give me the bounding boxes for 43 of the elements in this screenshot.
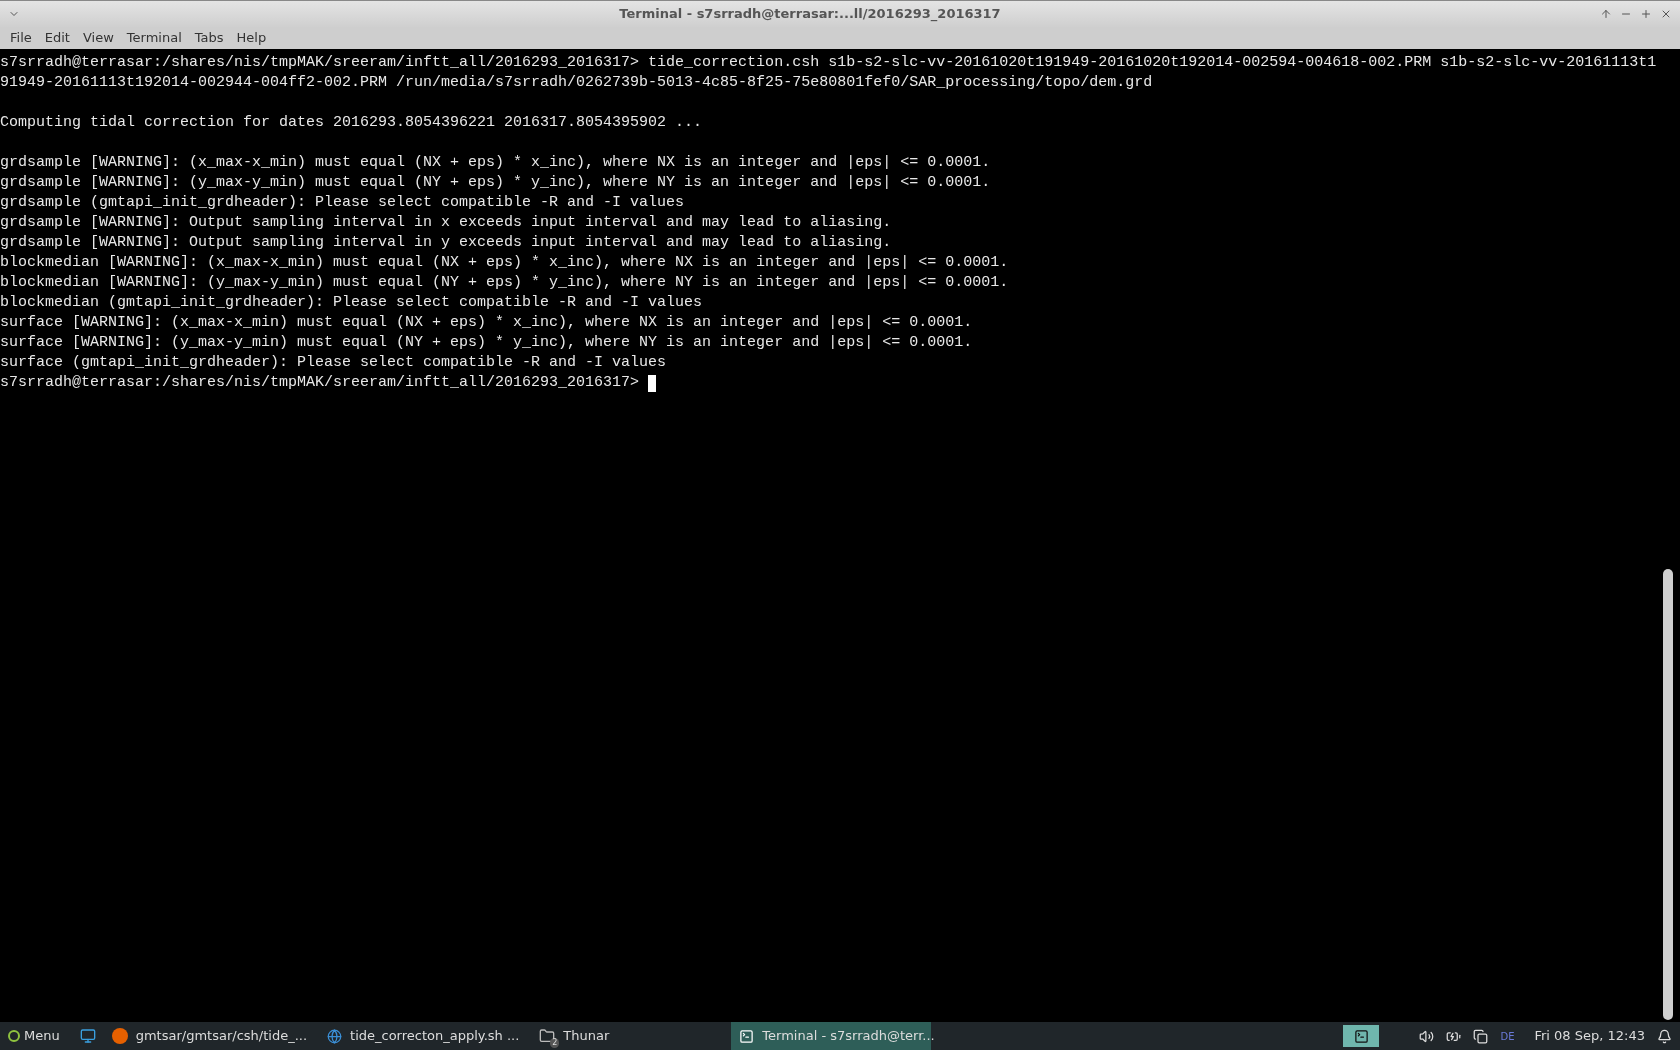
active-terminal-launcher[interactable]: [1343, 1025, 1380, 1047]
menu-item[interactable]: View: [76, 28, 120, 48]
menu-item[interactable]: Edit: [38, 28, 76, 48]
terminal-line: s7srradh@terrasar:/shares/nis/tmpMAK/sreeram/inftt_all/2016293_2016317> tide_correction.csh s1b-s2-slc-vv-20161020t191949-20161020t192014-002594-004618-002.PRM s1b-s2-slc-vv-20161113t1: [0, 53, 1657, 73]
maximize-icon[interactable]: [1640, 8, 1652, 20]
terminal-line: surface (gmtapi_init_grdheader): Please select compatible -R and -I values: [0, 353, 667, 373]
terminal-line: surface [WARNING]: (x_max-x_min) must equal (NX + eps) * x_inc), where NX is an integer and |eps| <= 0.0001.: [0, 313, 973, 333]
taskbar-item[interactable]: gmtsar/gmtsar/csh/tide_...: [103, 1022, 316, 1050]
raise-icon[interactable]: [1600, 8, 1612, 20]
menu-item[interactable]: File: [4, 28, 38, 48]
menu-logo-icon: [8, 1030, 20, 1042]
taskbar-item[interactable]: tide_correcton_apply.sh ...: [319, 1022, 528, 1050]
window-title: Terminal - s7srradh@terrasar:...ll/2016293_2016317: [619, 5, 1001, 24]
desktop-icon[interactable]: [79, 1028, 96, 1044]
close-icon[interactable]: [1660, 8, 1672, 20]
terminal-line: Computing tidal correction for dates 2016293.8054396221 2016317.8054395902 ...: [0, 113, 703, 133]
terminal-line: grdsample [WARNING]: (y_max-y_min) must equal (NY + eps) * y_inc), where NY is an integer and |eps| <= 0.0001.: [0, 173, 991, 193]
folder-icon: [539, 1028, 556, 1044]
terminal-line: surface [WARNING]: (y_max-y_min) must equal (NY + eps) * y_inc), where NY is an integer and |eps| <= 0.0001.: [0, 333, 973, 353]
menu-button[interactable]: Menu: [0, 1022, 68, 1050]
terminal-line: grdsample [WARNING]: Output sampling interval in x exceeds input interval and may lead to aliasing.: [0, 213, 892, 233]
menu-item[interactable]: Help: [230, 28, 273, 48]
volume-icon[interactable]: [1419, 1028, 1435, 1044]
notification-icon[interactable]: [1657, 1028, 1672, 1044]
clock[interactable]: Fri 08 Sep, 12:43: [1534, 1026, 1645, 1046]
terminal-line: grdsample [WARNING]: (x_max-x_min) must equal (NX + eps) * x_inc), where NX is an integer and |eps| <= 0.0001.: [0, 153, 991, 173]
terminal-prompt: s7srradh@terrasar:/shares/nis/tmpMAK/sreeram/inftt_all/2016293_2016317>: [0, 373, 640, 393]
terminal-line: grdsample (gmtapi_init_grdheader): Please select compatible -R and -I values: [0, 193, 685, 213]
menu-item[interactable]: Terminal: [120, 28, 188, 48]
terminal-line: grdsample [WARNING]: Output sampling interval in y exceeds input interval and may lead to aliasing.: [0, 233, 892, 253]
menu-item[interactable]: Tabs: [188, 28, 230, 48]
terminal-icon: [1353, 1028, 1369, 1044]
terminal-line: blockmedian (gmtapi_init_grdheader): Please select compatible -R and -I values: [0, 293, 703, 313]
terminal-line: blockmedian [WARNING]: (x_max-x_min) must equal (NX + eps) * x_inc), where NX is an integer and |eps| <= 0.0001.: [0, 253, 1009, 273]
terminal-line: blockmedian [WARNING]: (y_max-y_min) must equal (NY + eps) * y_inc), where NY is an integer and |eps| <= 0.0001.: [0, 273, 1009, 293]
taskbar-item[interactable]: Terminal - s7srradh@terr...: [731, 1022, 932, 1050]
window-count-badge: 2: [550, 1038, 560, 1048]
terminal-line: 91949-20161113t192014-002944-004ff2-002.PRM /run/media/s7srradh/0262739b-5013-4c85-8f25-75e80801fef0/SAR_processing/topo/dem.grd: [0, 73, 1153, 93]
taskbar-item[interactable]: 2 Thunar: [531, 1022, 618, 1050]
globe-icon: [327, 1028, 343, 1044]
terminal-icon: [739, 1028, 755, 1044]
text-cursor: [648, 374, 657, 392]
keyboard-layout[interactable]: DE: [1500, 1028, 1515, 1044]
